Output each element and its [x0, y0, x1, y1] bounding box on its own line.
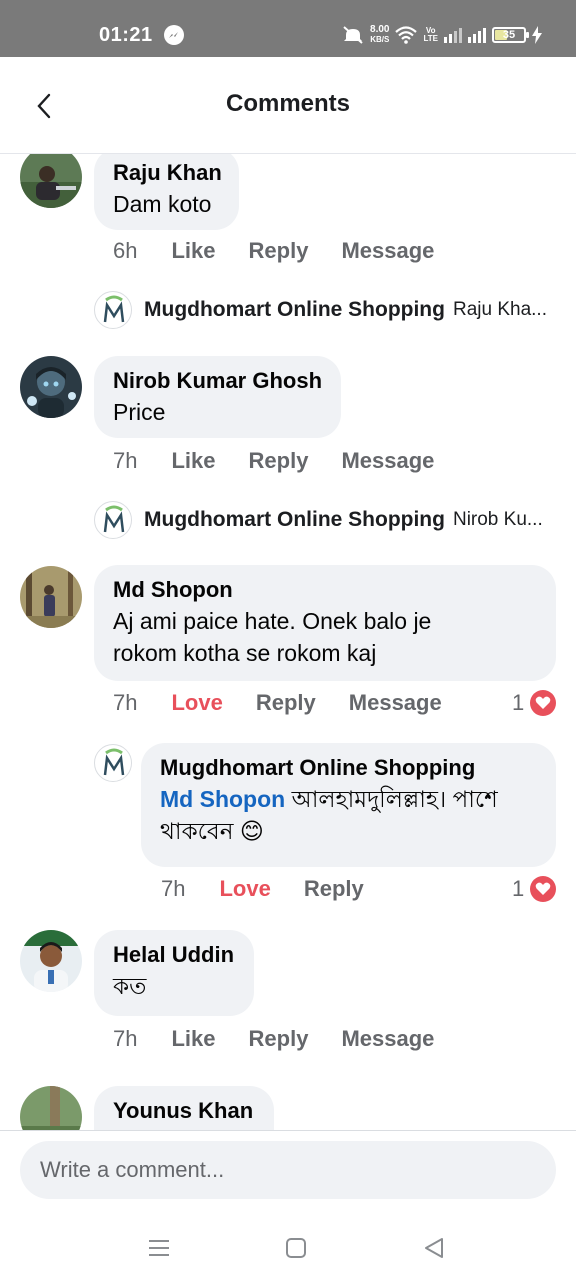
comment-author[interactable]: Md Shopon — [113, 575, 537, 605]
avatar-helal-uddin[interactable] — [20, 930, 82, 992]
page-reply-snippet: Nirob Ku... — [452, 509, 543, 530]
mention-link[interactable]: Md Shopon — [160, 786, 285, 812]
comment-bubble[interactable]: Helal Uddin কত — [94, 930, 254, 1016]
comment-composer — [0, 1130, 576, 1218]
comment-bubble[interactable]: Nirob Kumar Ghosh Price — [94, 356, 341, 438]
comment-author[interactable]: Raju Khan — [113, 158, 222, 188]
reply-button[interactable]: Reply — [256, 690, 316, 716]
comment-text: কত — [113, 973, 147, 999]
reply-actions: 7h Love Reply — [161, 876, 364, 902]
status-bar: 01:21 8.00 KB/S Vo LTE 35 — [0, 0, 576, 57]
reaction-summary[interactable]: 1 — [512, 690, 557, 716]
mute-icon — [343, 26, 363, 44]
message-button[interactable]: Message — [349, 690, 442, 716]
love-button[interactable]: Love — [171, 690, 222, 716]
message-button[interactable]: Message — [341, 238, 434, 264]
reply-time: 7h — [161, 876, 186, 901]
page-reply-snippet: Raju Kha... — [452, 299, 547, 320]
comments-list[interactable]: Raju Khan Dam koto 6h Like Reply Message… — [0, 154, 576, 1130]
smile-emoji: 😊 — [239, 818, 264, 844]
page-reply-name: Mugdhomart Online Shopping — [144, 508, 445, 531]
comment-actions: 6h Like Reply Message — [113, 238, 434, 264]
comment-text: Price — [113, 399, 166, 425]
comment-author[interactable]: Younus Khan — [113, 1096, 255, 1126]
reply-text-line: থাকবেন 😊 — [160, 815, 537, 847]
page-reply-collapsed[interactable]: Mugdhomart Online Shopping Nirob Ku... — [94, 501, 543, 539]
reply-bubble[interactable]: Mugdhomart Online Shopping Md Shopon আলহ… — [141, 743, 556, 867]
comment-text-line: rokom kotha se rokom kaj — [113, 640, 377, 666]
avatar-raju-khan[interactable] — [20, 154, 82, 208]
avatar-nirob-kumar-ghosh[interactable] — [20, 356, 82, 418]
battery-icon: 35 — [492, 27, 529, 43]
avatar-younus-khan[interactable] — [20, 1086, 82, 1130]
comment-text-line: Aj ami paice hate. Onek balo je — [113, 608, 432, 634]
mugdhomart-logo[interactable] — [94, 744, 132, 782]
status-time: 01:21 — [99, 24, 153, 46]
page-reply-collapsed[interactable]: Mugdhomart Online Shopping Raju Kha... — [94, 291, 547, 329]
comment-bubble[interactable]: Raju Khan Dam koto — [94, 154, 239, 230]
status-icons: 8.00 KB/S Vo LTE 35 — [342, 22, 542, 48]
volte-icon: Vo LTE — [423, 26, 438, 43]
avatar-md-shopon[interactable] — [20, 566, 82, 628]
reply-button[interactable]: Reply — [304, 876, 364, 902]
signal-icon-1 — [444, 27, 462, 43]
reply-text: আলহামদুলিল্লাহ। পাশে — [291, 786, 498, 812]
reply-button[interactable]: Reply — [249, 238, 309, 264]
heart-icon — [530, 876, 557, 902]
charging-icon — [532, 26, 542, 44]
menu-icon — [149, 1240, 169, 1256]
reply-text-line: Md Shopon আলহামদুলিল্লাহ। পাশে — [160, 783, 537, 815]
comment-actions: 7h Love Reply Message — [113, 690, 442, 716]
signal-icon-2 — [468, 27, 486, 43]
header-bar: Comments — [0, 57, 576, 154]
comment-time: 7h — [113, 1026, 138, 1051]
comment-author[interactable]: Nirob Kumar Ghosh — [113, 366, 322, 396]
reply-button[interactable]: Reply — [249, 448, 309, 474]
page-title: Comments — [225, 90, 351, 117]
square-home-icon — [286, 1238, 306, 1258]
reaction-count: 1 — [512, 876, 525, 901]
comment-time: 7h — [113, 448, 138, 473]
network-speed: 8.00 KB/S — [370, 24, 390, 45]
comment-time: 7h — [113, 690, 138, 715]
wifi-icon — [395, 26, 418, 44]
like-button[interactable]: Like — [171, 1026, 215, 1052]
love-button[interactable]: Love — [219, 876, 270, 902]
back-nav-button[interactable] — [420, 1234, 448, 1262]
system-nav-bar — [0, 1218, 576, 1280]
like-button[interactable]: Like — [171, 238, 215, 264]
comment-actions: 7h Like Reply Message — [113, 448, 434, 474]
page-reply-name: Mugdhomart Online Shopping — [144, 298, 445, 321]
comment-author[interactable]: Helal Uddin — [113, 940, 235, 970]
comment-bubble[interactable]: Md Shopon Aj ami paice hate. Onek balo j… — [94, 565, 556, 681]
comment-input[interactable] — [20, 1141, 556, 1199]
reply-button[interactable]: Reply — [249, 1026, 309, 1052]
reply-text: থাকবেন — [160, 818, 234, 844]
mugdhomart-logo — [94, 291, 132, 329]
messenger-icon — [164, 25, 184, 45]
reply-author[interactable]: Mugdhomart Online Shopping — [160, 753, 537, 783]
menu-nav-button[interactable] — [145, 1234, 173, 1262]
mugdhomart-logo — [94, 501, 132, 539]
comment-time: 6h — [113, 238, 138, 263]
home-nav-button[interactable] — [282, 1234, 310, 1262]
heart-icon — [530, 690, 557, 716]
message-button[interactable]: Message — [341, 1026, 434, 1052]
comment-actions: 7h Like Reply Message — [113, 1026, 434, 1052]
comment-text: Dam koto — [113, 191, 212, 217]
triangle-back-icon — [425, 1238, 443, 1258]
reaction-count: 1 — [512, 690, 525, 715]
comment-bubble[interactable]: Younus Khan — [94, 1086, 274, 1130]
reaction-summary[interactable]: 1 — [512, 876, 557, 902]
like-button[interactable]: Like — [171, 448, 215, 474]
message-button[interactable]: Message — [341, 448, 434, 474]
